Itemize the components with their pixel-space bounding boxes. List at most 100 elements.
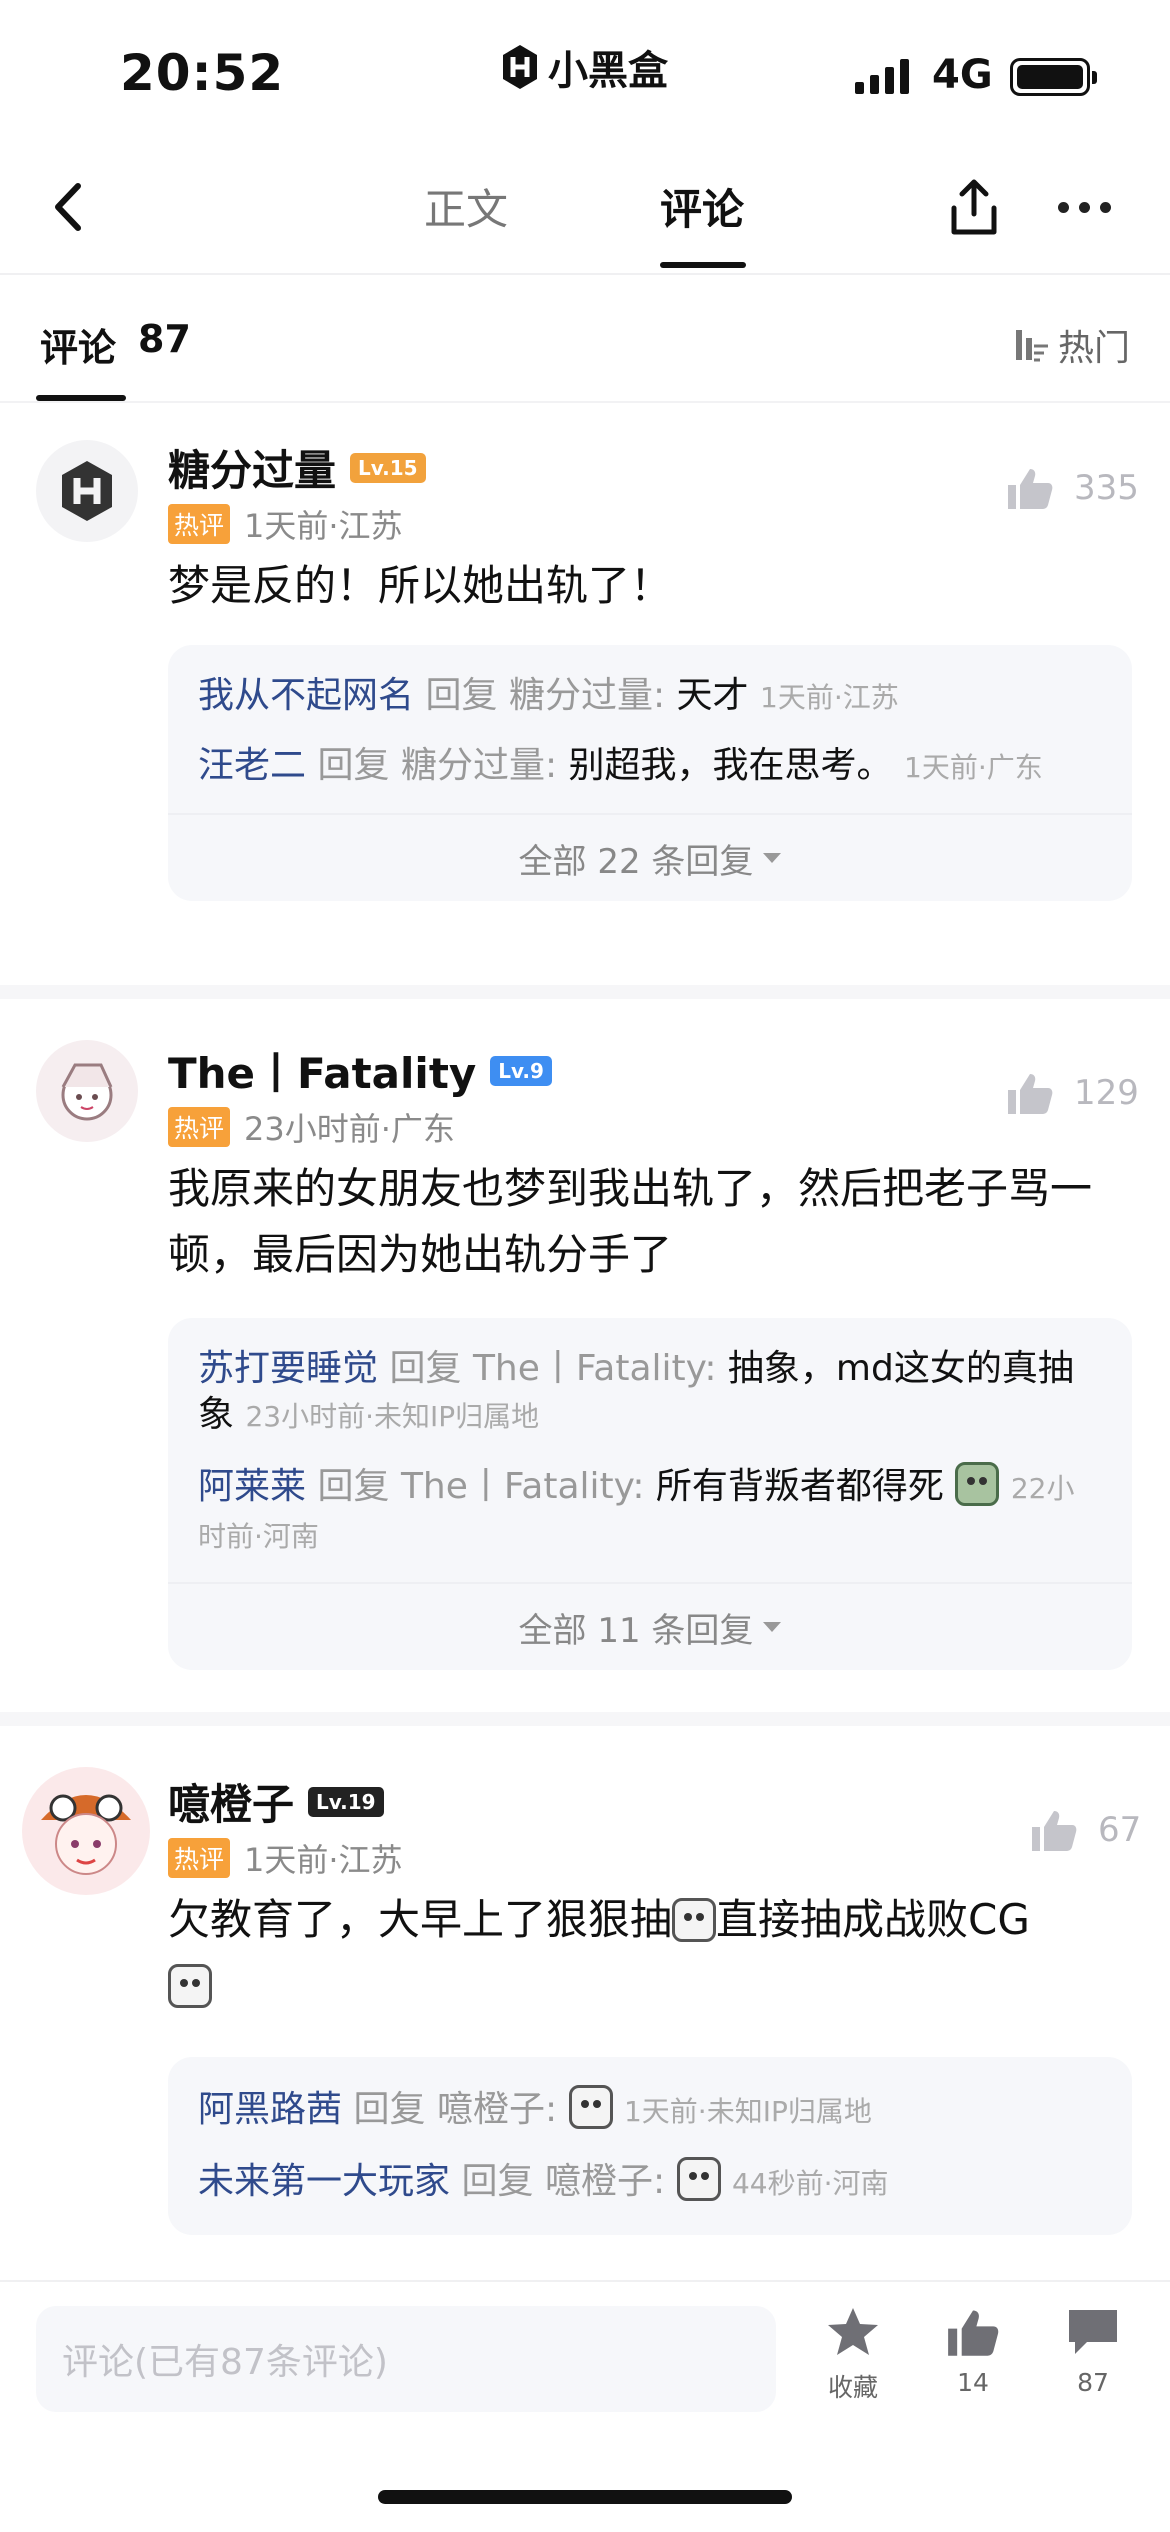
anime-avatar-icon bbox=[41, 1794, 131, 1875]
comment-text-part: 欠教育了，大早上了狠狠抽 bbox=[168, 1895, 673, 1944]
thumb-up-icon bbox=[1008, 469, 1053, 509]
view-all-replies-button[interactable]: 全部 22 条回复 bbox=[168, 813, 1132, 901]
comment-input[interactable]: 评论(已有87条评论) bbox=[36, 2306, 776, 2412]
network-type: 4G bbox=[932, 52, 993, 98]
comments-title[interactable]: 评论 bbox=[40, 317, 116, 372]
avatar[interactable] bbox=[22, 1767, 150, 1895]
like-button[interactable]: 129 bbox=[1006, 1070, 1139, 1116]
reply-word: 回复 bbox=[317, 745, 390, 786]
level-badge: Lv.9 bbox=[490, 1055, 552, 1086]
reply-word: 回复 bbox=[353, 2089, 426, 2130]
anime-avatar-icon bbox=[61, 1063, 113, 1121]
comment-text: 欠教育了，大早上了狠狠抽 直接抽成战败CG bbox=[168, 1887, 1128, 2019]
comment-meta: 热评 23小时前·广东 bbox=[168, 1104, 455, 1150]
comment-count: 87 bbox=[1077, 2368, 1109, 2397]
more-icon[interactable] bbox=[1058, 202, 1111, 213]
username[interactable]: The丨Fatality bbox=[168, 1040, 476, 1101]
like-article-button[interactable]: 14 bbox=[928, 2306, 1018, 2397]
reply-target: 糖分过量: bbox=[400, 745, 558, 786]
comment-meta: 热评 1天前·江苏 bbox=[168, 501, 403, 547]
home-indicator[interactable] bbox=[378, 2490, 792, 2504]
favorite-button[interactable]: 收藏 bbox=[808, 2306, 898, 2404]
tab-article[interactable]: 正文 bbox=[424, 176, 508, 237]
star-icon bbox=[828, 2308, 878, 2355]
reply-item[interactable]: 苏打要睡觉 回复 The丨Fatality: 抽象，md这女的真抽象 23小时前… bbox=[198, 1346, 1102, 1440]
comment-meta: 热评 1天前·江苏 bbox=[168, 1835, 403, 1881]
like-count: 14 bbox=[957, 2368, 989, 2397]
view-all-replies-label: 全部 22 条回复 bbox=[518, 841, 754, 882]
caret-down-icon bbox=[763, 1622, 782, 1632]
reply-item[interactable]: 我从不起网名 回复 糖分过量: 天才 1天前·江苏 bbox=[198, 673, 1102, 721]
reply-user[interactable]: 汪老二 bbox=[198, 745, 306, 786]
reply-item[interactable]: 阿黑路茜 回复 噫橙子: 1天前·未知IP归属地 bbox=[198, 2085, 1102, 2135]
comment-item: The丨Fatality Lv.9 热评 23小时前·广东 129 我原来的女朋… bbox=[0, 1000, 1170, 1710]
like-button[interactable]: 67 bbox=[1030, 1807, 1141, 1853]
reply-item[interactable]: 阿莱莱 回复 The丨Fatality: 所有背叛者都得死 22小时前·河南 bbox=[198, 1462, 1102, 1560]
comment-item: 噫橙子 Lv.19 热评 1天前·江苏 67 欠教育了，大早上了狠狠抽 直接抽成战… bbox=[0, 1727, 1170, 2277]
comment-text: 我原来的女朋友也梦到我出轨了，然后把老子骂一顿，最后因为她出轨分手了 bbox=[168, 1164, 1093, 1279]
comments-count: 87 bbox=[138, 317, 191, 361]
reply-item[interactable]: 未来第一大玩家 回复 噫橙子: 44秒前·河南 bbox=[198, 2157, 1102, 2207]
reply-target: 噫橙子: bbox=[544, 2161, 666, 2202]
avatar[interactable] bbox=[36, 1040, 138, 1142]
view-all-replies-button[interactable]: 全部 11 条回复 bbox=[168, 1582, 1132, 1670]
emoji-sticker-icon bbox=[568, 2085, 613, 2129]
comment-text: 梦是反的！所以她出轨了！ bbox=[168, 561, 673, 610]
reply-target: The丨Fatality: bbox=[472, 1348, 717, 1389]
reply-text: 所有背叛者都得死 bbox=[655, 1466, 944, 1507]
avatar[interactable] bbox=[36, 440, 138, 542]
reply-user[interactable]: 阿莱莱 bbox=[198, 1466, 306, 1507]
reply-box[interactable]: 我从不起网名 回复 糖分过量: 天才 1天前·江苏 汪老二 回复 糖分过量: 别… bbox=[168, 645, 1132, 901]
thumb-up-icon bbox=[1032, 1811, 1077, 1851]
reply-item[interactable]: 汪老二 回复 糖分过量: 别超我，我在思考。 1天前·广东 bbox=[198, 743, 1102, 791]
favorite-label: 收藏 bbox=[827, 2373, 878, 2402]
battery-icon bbox=[1010, 58, 1097, 96]
hot-badge: 热评 bbox=[168, 1107, 231, 1147]
hot-badge: 热评 bbox=[168, 504, 231, 544]
divider bbox=[0, 1712, 1170, 1726]
like-count: 129 bbox=[1074, 1073, 1139, 1113]
comment-item: 糖分过量 Lv.15 热评 1天前·江苏 335 梦是反的！所以她出轨了！ 我从… bbox=[0, 405, 1170, 985]
tab-comments[interactable]: 评论 bbox=[660, 176, 744, 237]
back-icon[interactable] bbox=[40, 172, 100, 242]
username[interactable]: 糖分过量 bbox=[168, 437, 336, 498]
username-row: 糖分过量 Lv.15 bbox=[168, 437, 426, 498]
comment-button[interactable]: 87 bbox=[1048, 2306, 1138, 2397]
reply-word: 回复 bbox=[425, 675, 498, 716]
heybox-logo-icon bbox=[62, 461, 112, 521]
angry-emoji-icon bbox=[672, 1898, 717, 1942]
thumb-up-icon bbox=[1008, 1074, 1053, 1114]
reply-target: 噫橙子: bbox=[436, 2089, 558, 2130]
reply-user[interactable]: 未来第一大玩家 bbox=[198, 2161, 450, 2202]
reply-meta: 44秒前·河南 bbox=[731, 2167, 889, 2200]
comments-header: 评论 87 热门 bbox=[0, 275, 1170, 403]
time-location: 1天前·江苏 bbox=[244, 507, 403, 545]
view-all-replies-label: 全部 11 条回复 bbox=[518, 1610, 754, 1651]
app-brand: 小黑盒 bbox=[500, 38, 668, 96]
reply-user[interactable]: 我从不起网名 bbox=[198, 675, 414, 716]
like-button[interactable]: 335 bbox=[1006, 465, 1139, 511]
reply-text: 别超我，我在思考。 bbox=[568, 745, 893, 786]
reply-user[interactable]: 苏打要睡觉 bbox=[198, 1348, 378, 1389]
time-location: 1天前·江苏 bbox=[244, 1841, 403, 1879]
caret-down-icon bbox=[763, 853, 782, 863]
signal-icon bbox=[855, 58, 909, 94]
reply-word: 回复 bbox=[461, 2161, 534, 2202]
reply-user[interactable]: 阿黑路茜 bbox=[198, 2089, 342, 2130]
status-time: 20:52 bbox=[120, 44, 285, 102]
like-count: 67 bbox=[1098, 1810, 1142, 1850]
sort-hot-button[interactable]: 热门 bbox=[1012, 319, 1130, 371]
reply-meta: 1天前·江苏 bbox=[760, 681, 899, 714]
time-location: 23小时前·广东 bbox=[244, 1110, 455, 1148]
status-bar: 20:52 小黑盒 4G bbox=[0, 0, 1170, 150]
app-name: 小黑盒 bbox=[548, 48, 668, 94]
zombie-emoji-icon bbox=[955, 1462, 1000, 1506]
reply-box[interactable]: 阿黑路茜 回复 噫橙子: 1天前·未知IP归属地 未来第一大玩家 回复 噫橙子:… bbox=[168, 2057, 1132, 2235]
reply-box[interactable]: 苏打要睡觉 回复 The丨Fatality: 抽象，md这女的真抽象 23小时前… bbox=[168, 1318, 1132, 1670]
level-badge: Lv.19 bbox=[308, 1786, 384, 1817]
share-icon[interactable] bbox=[944, 176, 1004, 240]
username[interactable]: 噫橙子 bbox=[168, 1771, 294, 1832]
crying-emoji-icon bbox=[168, 1964, 212, 2008]
comments-tab-indicator bbox=[36, 395, 126, 401]
like-count: 335 bbox=[1074, 468, 1139, 508]
